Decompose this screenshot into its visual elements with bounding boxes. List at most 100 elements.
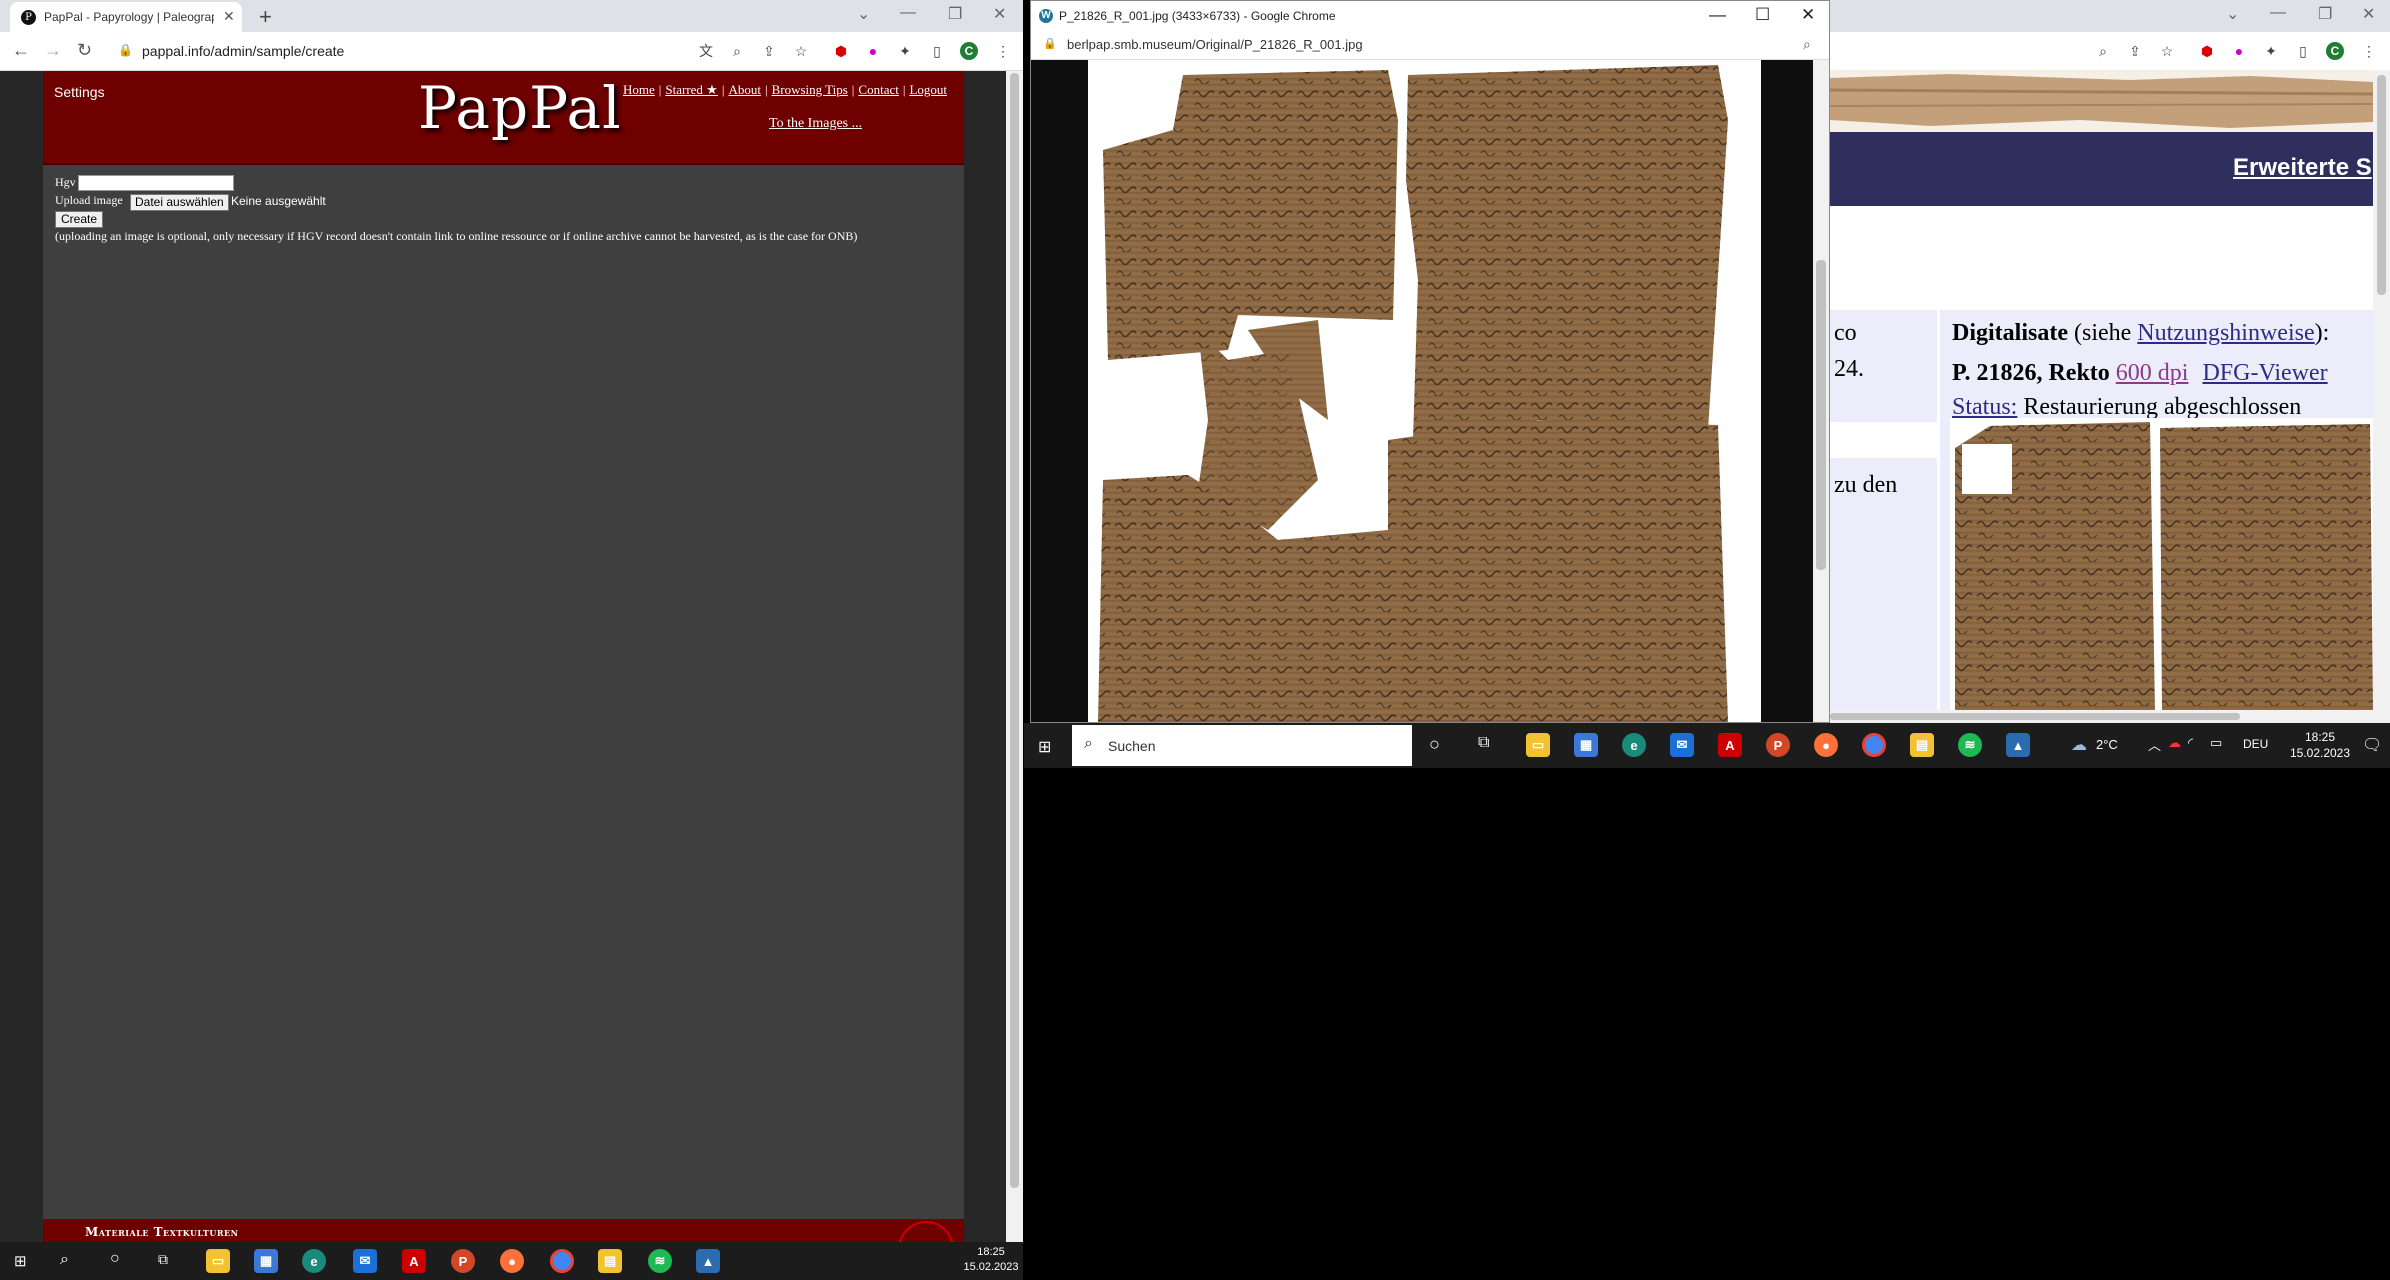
store-icon[interactable]: ▦ [254,1249,278,1273]
chrome-icon[interactable] [550,1249,574,1273]
spotify-icon[interactable]: ≋ [648,1249,672,1273]
mail-icon[interactable]: ✉ [353,1249,377,1273]
side-panel-icon[interactable]: ▯ [2294,42,2312,60]
menu-kebab-icon[interactable]: ⋮ [2360,42,2378,60]
powerpoint-icon[interactable]: P [451,1249,475,1273]
file-manager-icon[interactable]: ▤ [598,1249,622,1273]
forward-icon[interactable]: → [44,40,62,61]
nav-starred[interactable]: Starred ★ [665,82,717,97]
firefox-icon[interactable]: ● [500,1249,524,1273]
mail-icon[interactable]: ✉ [1670,733,1694,757]
clock[interactable]: 18:25 15.02.2023 [950,1245,1032,1275]
photos-icon[interactable]: ▲ [2006,733,2030,757]
powerpoint-icon[interactable]: P [1766,733,1790,757]
popup-scrollbar-thumb[interactable] [1816,260,1826,570]
language-indicator[interactable]: DEU [2243,737,2268,751]
close-window-icon[interactable]: ✕ [2362,4,2375,24]
minimize-icon[interactable]: — [1709,5,1726,25]
tab-search-chevron-icon[interactable]: ⌄ [857,4,870,24]
zoom-icon[interactable]: ⌕ [728,42,746,60]
tray-chevron-icon[interactable]: ︿ [2148,735,2161,754]
windows-start-icon[interactable]: ⊞ [1038,737,1051,757]
tray-app-icon[interactable]: ☁ [2168,735,2181,751]
translate-icon[interactable]: 文 [697,42,715,60]
restore-icon[interactable]: ❐ [2318,4,2332,24]
chrome-icon[interactable] [1862,733,1886,757]
nutzungshinweise-link[interactable]: Nutzungshinweise [2137,320,2314,346]
share-icon[interactable]: ⇪ [760,42,778,60]
acrobat-icon[interactable]: A [1718,733,1742,757]
share-icon[interactable]: ⇪ [2126,42,2144,60]
profile-avatar[interactable]: C [2326,42,2344,60]
papyrus-image[interactable] [1088,60,1761,722]
nav-contact[interactable]: Contact [858,82,898,97]
create-button[interactable]: Create [55,211,104,228]
clock[interactable]: 18:25 15.02.2023 [2278,729,2362,761]
file-explorer-icon[interactable]: ▭ [1526,733,1550,757]
extended-search-link[interactable]: Erweiterte S [2233,154,2372,182]
close-tab-icon[interactable]: ✕ [223,8,235,25]
file-manager-icon[interactable]: ▤ [1910,733,1934,757]
close-window-icon[interactable]: ✕ [993,4,1006,24]
side-panel-icon[interactable]: ▯ [928,42,946,60]
extension-purple-icon[interactable]: ● [864,42,882,60]
wifi-icon[interactable]: ◜ [2188,735,2193,751]
maximize-icon[interactable]: ☐ [1755,5,1770,25]
photos-icon[interactable]: ▲ [696,1249,720,1273]
right-hscroll-thumb[interactable] [1830,713,2240,720]
nav-logout[interactable]: Logout [909,82,947,97]
extension-red-icon[interactable]: ⬢ [832,42,850,60]
nav-about[interactable]: About [728,82,761,97]
nav-browsing-tips[interactable]: Browsing Tips [772,82,848,97]
scrollbar-thumb[interactable] [1010,73,1019,1188]
settings-link[interactable]: Settings [54,84,105,100]
minimize-icon[interactable]: — [2270,4,2286,22]
close-window-icon[interactable]: ✕ [1801,5,1815,25]
choose-file-button[interactable]: Datei auswählen [130,194,229,211]
edge-icon[interactable]: e [1622,733,1646,757]
taskbar-search[interactable]: ⌕ Suchen [1072,725,1412,766]
menu-kebab-icon[interactable]: ⋮ [994,42,1012,60]
nav-home[interactable]: Home [623,82,655,97]
battery-icon[interactable]: ▭ [2210,735,2222,751]
temperature[interactable]: 2°C [2096,737,2118,752]
right-scrollbar-thumb[interactable] [2377,75,2386,295]
popup-scrollbar[interactable] [1813,60,1829,722]
dfg-viewer-link[interactable]: DFG-Viewer [2202,360,2327,386]
reload-icon[interactable]: ↻ [77,40,92,61]
windows-start-icon[interactable]: ⊞ [14,1252,27,1270]
popup-address-bar[interactable]: 🔒 berlpap.smb.museum/Original/P_21826_R_… [1031,31,1829,60]
bookmark-star-icon[interactable]: ☆ [792,42,810,60]
site-logo[interactable]: PapPal [418,74,622,142]
zoom-icon[interactable]: ⌕ [1803,36,1811,53]
file-explorer-icon[interactable]: ▭ [206,1249,230,1273]
firefox-icon[interactable]: ● [1814,733,1838,757]
hgv-input[interactable] [78,175,234,191]
zoom-icon[interactable]: ⌕ [2094,42,2112,60]
page-scrollbar[interactable] [1006,71,1023,1242]
search-icon[interactable]: ⌕ [60,1251,69,1269]
cortana-icon[interactable]: ○ [110,1250,120,1268]
minimize-icon[interactable]: — [900,4,916,22]
task-view-icon[interactable]: ⧉ [1478,734,1489,752]
acrobat-icon[interactable]: A [402,1249,426,1273]
tab-pappal[interactable]: P PapPal - Papyrology | Paleograph ✕ [10,2,242,32]
extensions-puzzle-icon[interactable]: ✦ [2262,42,2280,60]
store-icon[interactable]: ▦ [1574,733,1598,757]
back-icon[interactable]: ← [12,40,30,61]
extension-purple-icon[interactable]: ● [2230,42,2248,60]
right-horizontal-scrollbar[interactable] [1830,710,2390,723]
address-bar[interactable]: 🔒 pappal.info/admin/sample/create [110,37,670,65]
notifications-icon[interactable]: 🗨 [2362,735,2382,755]
status-link[interactable]: Status: [1952,394,2017,420]
weather-icon[interactable]: ☁ [2071,735,2087,755]
extensions-puzzle-icon[interactable]: ✦ [896,42,914,60]
spotify-icon[interactable]: ≋ [1958,733,1982,757]
new-tab-icon[interactable]: + [259,4,272,30]
extension-red-icon[interactable]: ⬢ [2198,42,2216,60]
profile-avatar[interactable]: C [960,42,978,60]
tab-search-chevron-icon[interactable]: ⌄ [2226,4,2239,24]
restore-icon[interactable]: ❐ [948,4,962,24]
600-dpi-link[interactable]: 600 dpi [2116,360,2189,386]
cortana-icon[interactable]: ○ [1429,734,1440,755]
